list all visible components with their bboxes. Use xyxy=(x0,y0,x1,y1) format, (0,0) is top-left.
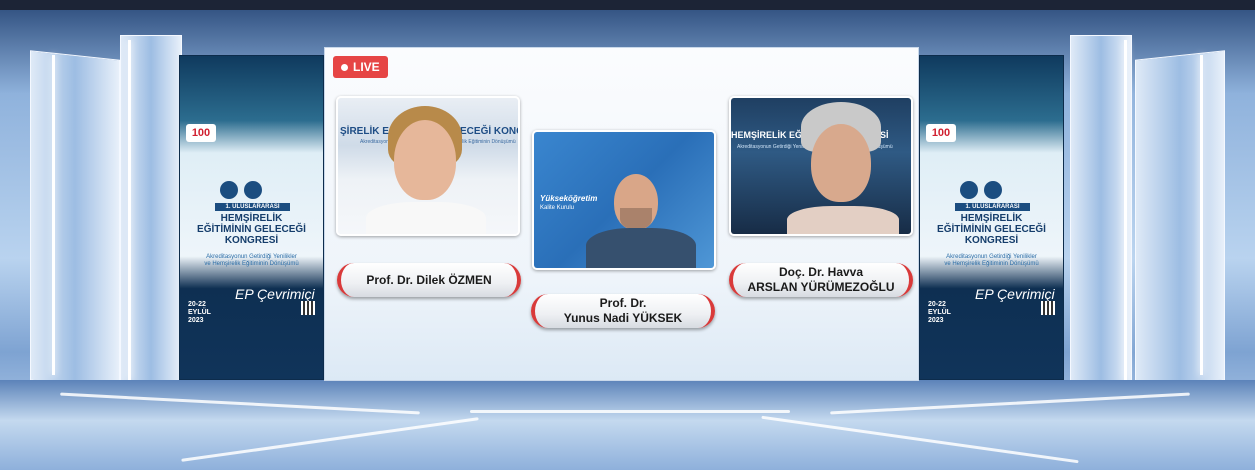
logo-icon xyxy=(244,181,262,199)
speaker-name-line2: ARSLAN YÜRÜMEZOĞLU xyxy=(747,280,895,294)
qr-code-icon xyxy=(301,301,315,315)
organizer-logos xyxy=(220,181,280,199)
live-label: LIVE xyxy=(353,60,380,74)
banner-subtitle: Akreditasyonun Getirdiği Yenilikler ve H… xyxy=(944,254,1039,267)
light-strip-right-2 xyxy=(1124,40,1127,380)
centenary-badge: 100 xyxy=(186,124,216,142)
live-dot-icon xyxy=(341,64,348,71)
banner-tag: 1. ULUSLARARASI xyxy=(215,203,290,211)
organizer-logos xyxy=(960,181,1020,199)
video-tile-right[interactable]: HEMŞİRELİK EĞİTİMİNİN KONGRESİ Akreditas… xyxy=(729,96,913,236)
ep-logo: EP Çevrimiçi xyxy=(235,286,315,302)
stage-pillar-right-inner xyxy=(1070,35,1132,390)
stage-pillar-right-outer xyxy=(1135,50,1225,390)
logo-icon xyxy=(960,181,978,199)
live-badge: LIVE xyxy=(333,56,388,78)
speaker-body xyxy=(586,228,696,268)
side-banner-right: 100 1. ULUSLARARASI HEMŞİRELİK EĞİTİMİNİ… xyxy=(919,55,1064,380)
ep-logo: EP Çevrimiçi xyxy=(975,286,1055,302)
logo-icon xyxy=(220,181,238,199)
stage-pillar-left-outer xyxy=(30,50,120,390)
banner-subtitle: Akreditasyonun Getirdiği Yenilikler ve H… xyxy=(204,254,299,267)
banner-dates: 20-22 EYLÜL 2023 xyxy=(188,301,211,324)
video-tile-center[interactable]: Yükseköğretim Kalite Kurulu xyxy=(532,130,716,270)
speaker-beard xyxy=(620,208,652,230)
floor-light-line xyxy=(830,392,1190,415)
speaker-body xyxy=(787,206,899,234)
speaker-face xyxy=(394,120,456,200)
speaker-name-line1: Prof. Dr. Dilek ÖZMEN xyxy=(366,272,492,287)
floor-light-line xyxy=(761,415,1079,464)
tile-banner-text: Yükseköğretim xyxy=(540,194,598,203)
speaker-name-line1: Doç. Dr. Havva xyxy=(778,265,864,279)
stage-floor xyxy=(0,380,1255,470)
top-bar xyxy=(0,0,1255,10)
light-strip-left xyxy=(52,55,55,375)
tile-banner-subtitle: Kalite Kurulu xyxy=(540,205,575,211)
banner-tag: 1. ULUSLARARASI xyxy=(955,203,1030,211)
floor-light-line xyxy=(181,417,479,462)
light-strip-left-2 xyxy=(128,40,131,380)
stream-screen: LIVE ŞİRELİK EĞİTİMİNİN GELECEĞİ KONGRES… xyxy=(324,47,919,381)
speaker-body xyxy=(366,202,486,234)
banner-dates: 20-22 EYLÜL 2023 xyxy=(928,301,951,324)
floor-light-line xyxy=(470,410,790,413)
speaker-face xyxy=(811,124,871,202)
speaker-name-line2: Yunus Nadi YÜKSEK xyxy=(563,311,683,325)
centenary-badge: 100 xyxy=(926,124,956,142)
speaker-nameplate-center: Prof. Dr. Yunus Nadi YÜKSEK xyxy=(531,294,715,328)
light-strip-right xyxy=(1200,55,1203,375)
logo-icon xyxy=(984,181,1002,199)
speaker-nameplate-left: Prof. Dr. Dilek ÖZMEN xyxy=(337,263,521,297)
video-tile-left[interactable]: ŞİRELİK EĞİTİMİNİN GELECEĞİ KONGRESİ Akr… xyxy=(336,96,520,236)
side-banner-left: 100 1. ULUSLARARASI HEMŞİRELİK EĞİTİMİNİ… xyxy=(179,55,324,380)
speaker-name-line1: Prof. Dr. xyxy=(599,296,647,310)
banner-title: HEMŞİRELİK EĞİTİMİNİN GELECEĞİ KONGRESİ xyxy=(197,213,306,246)
qr-code-icon xyxy=(1041,301,1055,315)
speaker-nameplate-right: Doç. Dr. Havva ARSLAN YÜRÜMEZOĞLU xyxy=(729,263,913,297)
banner-title: HEMŞİRELİK EĞİTİMİNİN GELECEĞİ KONGRESİ xyxy=(937,213,1046,246)
floor-light-line xyxy=(60,392,420,415)
